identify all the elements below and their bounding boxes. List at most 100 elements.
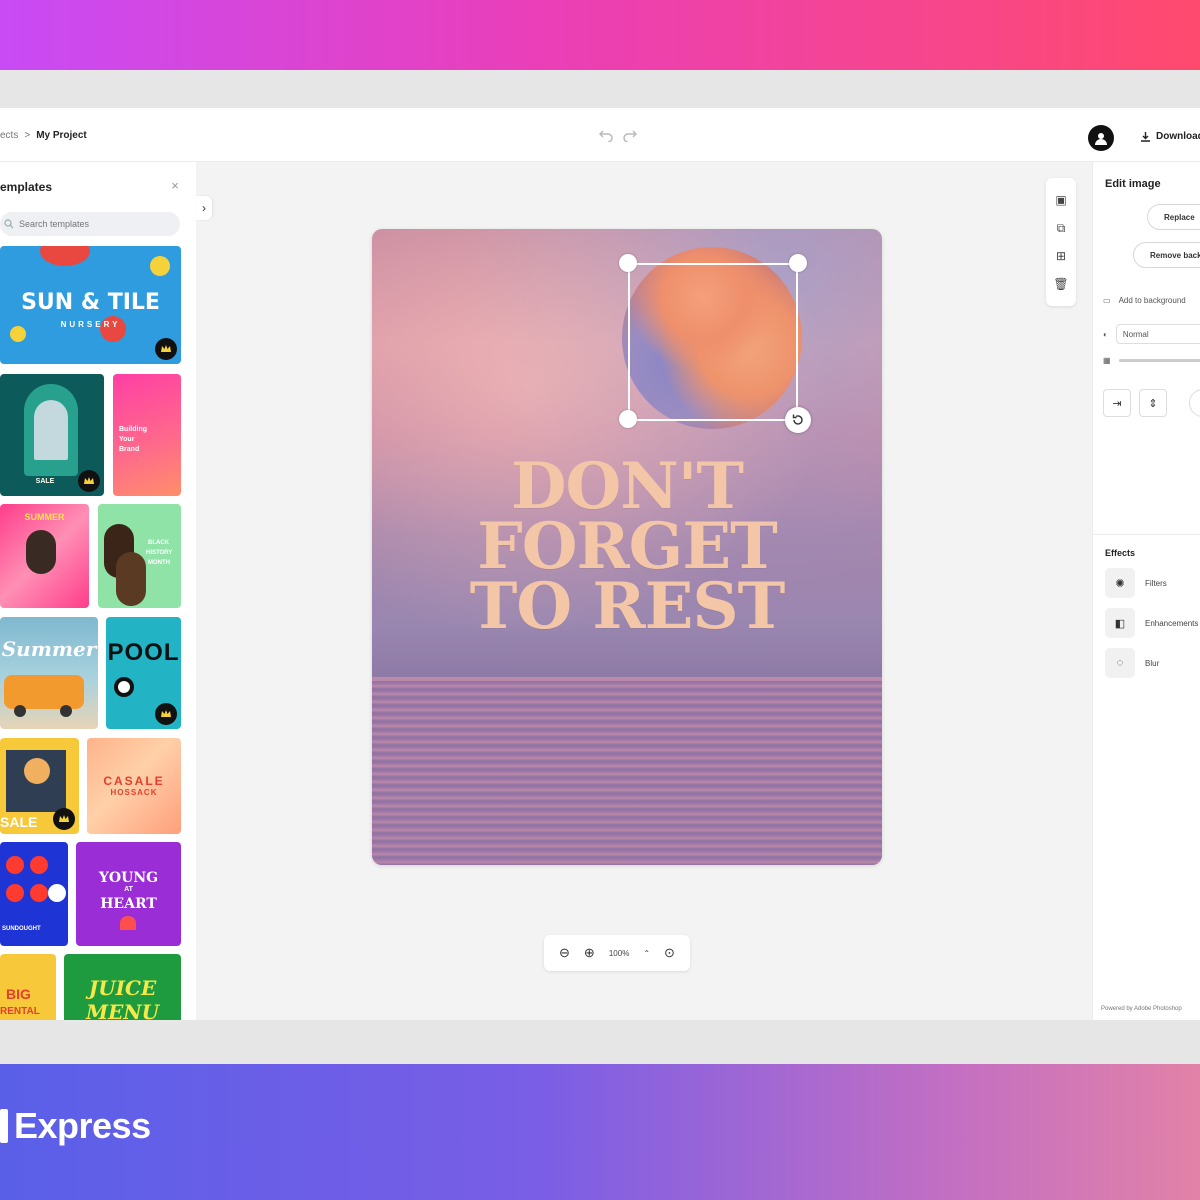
remove-background-button[interactable]: Remove background bbox=[1133, 242, 1200, 268]
bottom-gradient-band bbox=[0, 1064, 1200, 1200]
design-artboard[interactable]: DON'T FORGET TO REST bbox=[372, 229, 882, 865]
zoom-level[interactable]: 100% bbox=[609, 949, 629, 958]
download-button[interactable]: Download bbox=[1140, 131, 1200, 142]
template-title: Building bbox=[119, 426, 147, 433]
search-icon bbox=[4, 219, 14, 229]
add-to-background-row[interactable]: ▭ Add to background bbox=[1103, 296, 1186, 305]
download-label: Download bbox=[1156, 131, 1200, 142]
blend-mode-select[interactable]: Normal bbox=[1115, 324, 1200, 344]
blend-icon: ◐ bbox=[1103, 329, 1108, 339]
headline-line: TO REST bbox=[469, 569, 785, 644]
flip-horizontal-button[interactable]: ⇥ bbox=[1103, 389, 1131, 417]
template-search[interactable] bbox=[0, 212, 180, 236]
flip-vertical-button[interactable]: ⇕ bbox=[1139, 389, 1167, 417]
breadcrumb-parent[interactable]: ects bbox=[0, 130, 18, 141]
window-frame-top bbox=[0, 70, 1200, 110]
opacity-row: ▦ bbox=[1103, 356, 1200, 365]
app-header: ects > My Project Download bbox=[0, 108, 1200, 162]
enhancements-icon: ◧ bbox=[1105, 608, 1135, 638]
image-icon[interactable]: ▣ bbox=[1055, 193, 1066, 207]
template-card[interactable]: SALE bbox=[0, 738, 79, 834]
template-card[interactable]: SUMMER bbox=[0, 504, 89, 608]
brand-logo: Express bbox=[0, 1104, 151, 1148]
brand-mark-icon bbox=[0, 1109, 8, 1143]
template-title: BIG bbox=[6, 986, 31, 1002]
headline-line: FORGET bbox=[477, 509, 777, 584]
effects-label: Effects bbox=[1105, 548, 1136, 558]
effect-label: Filters bbox=[1145, 578, 1167, 588]
template-title: Brand bbox=[119, 446, 140, 453]
template-card[interactable]: CASALE HOSSACK bbox=[87, 738, 181, 834]
undo-icon[interactable] bbox=[598, 126, 614, 142]
chevron-up-icon[interactable]: ⌃ bbox=[643, 949, 650, 958]
resize-handle-top-right[interactable] bbox=[789, 254, 807, 272]
arrange-icon[interactable]: ⊞ bbox=[1056, 249, 1066, 263]
zoom-out-icon[interactable]: ⊖ bbox=[559, 945, 570, 961]
panel-divider bbox=[1093, 534, 1200, 535]
redo-icon[interactable] bbox=[622, 126, 638, 142]
flip-vertical-icon: ⇕ bbox=[1148, 397, 1158, 410]
opacity-slider[interactable] bbox=[1118, 359, 1200, 362]
template-card[interactable]: SUNDOUGHT bbox=[0, 842, 68, 946]
user-avatar[interactable] bbox=[1088, 125, 1114, 151]
app-window: ects > My Project Download emplates × Se… bbox=[0, 108, 1200, 1020]
filters-icon: ✺ bbox=[1105, 568, 1135, 598]
template-title: YOUNG bbox=[98, 870, 159, 886]
template-card[interactable]: BIG RENTAL bbox=[0, 954, 56, 1020]
edit-image-title: Edit image bbox=[1105, 178, 1161, 190]
template-card[interactable]: JUICE MENU bbox=[64, 954, 181, 1020]
template-card[interactable]: BLACK HISTORY MONTH bbox=[98, 504, 181, 608]
edit-image-panel: Edit image Replace Remove background ▭ A… bbox=[1092, 162, 1200, 1020]
selection-box bbox=[628, 263, 798, 421]
fit-to-screen-icon[interactable]: ⊙ bbox=[664, 945, 675, 961]
template-title: SUNDOUGHT bbox=[2, 926, 41, 932]
more-options-button[interactable] bbox=[1189, 389, 1200, 417]
template-title: POOL bbox=[107, 639, 180, 666]
template-title: HISTORY bbox=[146, 550, 173, 556]
brand-name: Express bbox=[14, 1105, 151, 1146]
template-title: BLACK bbox=[148, 540, 169, 546]
template-title: SALE bbox=[35, 478, 55, 485]
template-subtitle: NURSERY bbox=[60, 320, 121, 329]
blend-mode-row: ◐ Normal bbox=[1103, 324, 1200, 344]
flip-horizontal-icon: ⇥ bbox=[1112, 397, 1122, 410]
resize-handle-top-left[interactable] bbox=[619, 254, 637, 272]
template-card[interactable]: YOUNG AT HEART bbox=[76, 842, 181, 946]
rotate-icon bbox=[792, 414, 803, 425]
template-card[interactable]: Building Your Brand bbox=[113, 374, 181, 496]
template-card[interactable]: SUN & TILE NURSERY bbox=[0, 246, 181, 364]
window-frame-bottom bbox=[0, 1020, 1200, 1064]
template-title: JUICE bbox=[88, 976, 157, 1000]
template-title: SALE bbox=[0, 814, 38, 830]
effect-enhancements[interactable]: ◧ Enhancements bbox=[1105, 608, 1198, 638]
effect-blur[interactable]: ◌ Blur bbox=[1105, 648, 1159, 678]
resize-handle-bottom-left[interactable] bbox=[619, 410, 637, 428]
chevron-right-icon: › bbox=[202, 201, 206, 215]
effect-filters[interactable]: ✺ Filters bbox=[1105, 568, 1167, 598]
zoom-controls: ⊖ ⊕ 100% ⌃ ⊙ bbox=[544, 935, 690, 971]
search-input[interactable] bbox=[19, 219, 169, 229]
duplicate-icon[interactable]: ⧉ bbox=[1057, 221, 1066, 236]
template-subtitle: HOSSACK bbox=[110, 788, 158, 797]
premium-crown-icon bbox=[155, 703, 177, 725]
template-title: Your bbox=[119, 436, 135, 443]
background-icon: ▭ bbox=[1103, 296, 1111, 305]
rotate-handle[interactable] bbox=[785, 407, 811, 433]
undo-redo-group bbox=[598, 126, 638, 142]
replace-button[interactable]: Replace bbox=[1147, 204, 1200, 230]
templates-panel-title: emplates bbox=[0, 180, 53, 194]
effect-label: Enhancements bbox=[1145, 618, 1199, 628]
breadcrumb-current[interactable]: My Project bbox=[36, 130, 87, 141]
template-card[interactable]: Summer bbox=[0, 617, 98, 729]
delete-icon[interactable]: 🗑 bbox=[1053, 277, 1068, 291]
template-title: RENTAL bbox=[0, 1006, 40, 1017]
template-title: AT bbox=[124, 886, 133, 893]
zoom-in-icon[interactable]: ⊕ bbox=[584, 945, 595, 961]
collapse-panel-button[interactable]: › bbox=[196, 196, 212, 220]
template-card[interactable]: SALE bbox=[0, 374, 104, 496]
headline-text[interactable]: DON'T FORGET TO REST bbox=[372, 455, 882, 644]
template-title: Summer bbox=[1, 637, 97, 661]
template-card[interactable]: POOL bbox=[106, 617, 181, 729]
template-title: MENU bbox=[85, 1000, 160, 1020]
close-icon[interactable]: × bbox=[168, 178, 182, 193]
